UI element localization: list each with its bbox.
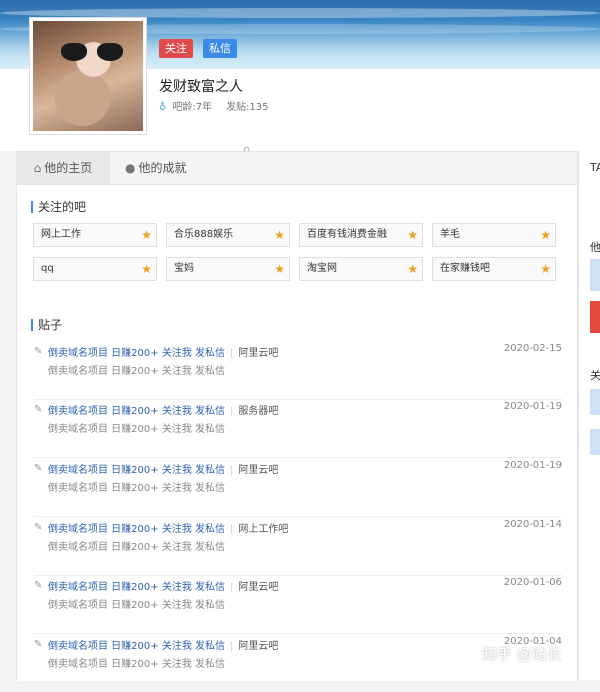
post-title-link[interactable]: 倒卖域名项目 日赚200+ 关注我 发私信 [48, 465, 225, 476]
avatar-photo [33, 21, 143, 131]
post-row: ✎ 倒卖域名项目 日赚200+ 关注我 发私信 | 阿里云吧 倒卖域名项目 日赚20… [34, 458, 562, 517]
post-count: 发贴:135 [226, 102, 269, 113]
followed-bar-item[interactable]: 淘宝网 ★ [299, 257, 423, 281]
tab-bar: ⌂ 他的主页 ● 他的成就 [17, 152, 577, 185]
star-icon: ★ [274, 262, 285, 276]
post-excerpt: 倒卖域名项目 日赚200+ 关注我 发私信 [48, 600, 226, 611]
post-forum-link[interactable]: 阿里云吧 [238, 348, 278, 359]
star-icon: ★ [141, 262, 152, 276]
followed-bar-item[interactable]: qq ★ [33, 257, 157, 281]
person-icon: ♁ [159, 102, 167, 113]
post-excerpt: 倒卖域名项目 日赚200+ 关注我 发私信 [48, 542, 226, 553]
followed-bar-item[interactable]: 百度有钱消费金融 ★ [299, 223, 423, 247]
main-panel: ⌂ 他的主页 ● 他的成就 关注的吧 网上工作 ★ 合乐888娱乐 ★ 百度有钱消费金融… [16, 151, 578, 681]
star-icon: ★ [141, 228, 152, 242]
sunglasses [61, 43, 123, 61]
post-forum-link[interactable]: 阿里云吧 [238, 641, 278, 652]
post-excerpt: 倒卖域名项目 日赚200+ 关注我 发私信 [48, 659, 226, 670]
edit-icon: ✎ [34, 639, 43, 650]
user-icon: ● [125, 161, 136, 175]
star-icon: ★ [407, 262, 418, 276]
followed-bar-item[interactable]: 宝妈 ★ [166, 257, 290, 281]
ba-age: 吧龄:7年 [172, 102, 213, 113]
right-sidebar: TA 他 关 [578, 151, 600, 680]
post-row: ✎ 倒卖域名项目 日赚200+ 关注我 发私信 | 阿里云吧 倒卖域名项目 日赚20… [34, 575, 562, 634]
tab-achievements[interactable]: ● 他的成就 [125, 152, 187, 184]
post-forum-link[interactable]: 服务器吧 [238, 406, 278, 417]
post-title-link[interactable]: 倒卖域名项目 日赚200+ 关注我 发私信 [48, 406, 225, 417]
post-title-link[interactable]: 倒卖域名项目 日赚200+ 关注我 发私信 [48, 582, 225, 593]
post-excerpt: 倒卖域名项目 日赚200+ 关注我 发私信 [48, 366, 226, 377]
post-excerpt: 倒卖域名项目 日赚200+ 关注我 发私信 [48, 483, 226, 494]
right-thumbnail[interactable] [590, 389, 600, 415]
post-title-link[interactable]: 倒卖域名项目 日赚200+ 关注我 发私信 [48, 641, 225, 652]
avatar[interactable] [29, 17, 147, 135]
right-heading: 关 [590, 369, 600, 382]
right-thumbnail[interactable] [590, 259, 600, 291]
edit-icon: ✎ [34, 404, 43, 415]
edit-icon: ✎ [34, 346, 43, 357]
followed-bar-item[interactable]: 在家赚钱吧 ★ [432, 257, 556, 281]
star-icon: ★ [540, 262, 551, 276]
post-title-link[interactable]: 倒卖域名项目 日赚200+ 关注我 发私信 [48, 348, 225, 359]
post-title-link[interactable]: 倒卖域名项目 日赚200+ 关注我 发私信 [48, 524, 225, 535]
posts-title: 贴子 [31, 319, 62, 331]
post-row: ✎ 倒卖域名项目 日赚200+ 关注我 发私信 | 阿里云吧 倒卖域名项目 日赚20… [34, 341, 562, 400]
post-date: 2020-01-14 [503, 519, 562, 530]
star-icon: ★ [407, 228, 418, 242]
followed-bar-item[interactable]: 羊毛 ★ [432, 223, 556, 247]
post-date: 2020-01-06 [503, 577, 562, 588]
watermark: 知乎 @站长 [482, 645, 562, 663]
edit-icon: ✎ [34, 463, 43, 474]
post-date: 2020-01-19 [503, 460, 562, 471]
right-heading: TA [590, 161, 600, 174]
post-excerpt: 倒卖域名项目 日赚200+ 关注我 发私信 [48, 424, 226, 435]
followed-bars-title: 关注的吧 [31, 201, 86, 213]
right-thumbnail[interactable] [590, 429, 600, 455]
post-row: ✎ 倒卖域名项目 日赚200+ 关注我 发私信 | 网上工作吧 倒卖域名项目 日赚2… [34, 517, 562, 576]
star-icon: ★ [274, 228, 285, 242]
post-row: ✎ 倒卖域名项目 日赚200+ 关注我 发私信 | 服务器吧 倒卖域名项目 日赚20… [34, 399, 562, 458]
message-button[interactable]: 私信 [203, 39, 237, 58]
user-stats: ♁ 吧龄:7年 发贴:135 [159, 98, 283, 113]
post-forum-link[interactable]: 阿里云吧 [238, 582, 278, 593]
post-forum-link[interactable]: 网上工作吧 [238, 524, 288, 535]
post-forum-link[interactable]: 阿里云吧 [238, 465, 278, 476]
edit-icon: ✎ [34, 522, 43, 533]
followed-bar-item[interactable]: 合乐888娱乐 ★ [166, 223, 290, 247]
post-date: 2020-02-15 [503, 343, 562, 354]
post-date: 2020-01-19 [503, 401, 562, 412]
edit-icon: ✎ [34, 580, 43, 591]
username: 发财致富之人 [159, 79, 243, 95]
right-heading: 他 [590, 241, 600, 254]
home-icon: ⌂ [33, 161, 42, 175]
right-thumbnail[interactable] [590, 301, 600, 333]
followed-bar-item[interactable]: 网上工作 ★ [33, 223, 157, 247]
follow-button[interactable]: 关注 [159, 39, 193, 58]
star-icon: ★ [540, 228, 551, 242]
tab-home[interactable]: ⌂ 他的主页 [17, 152, 110, 184]
